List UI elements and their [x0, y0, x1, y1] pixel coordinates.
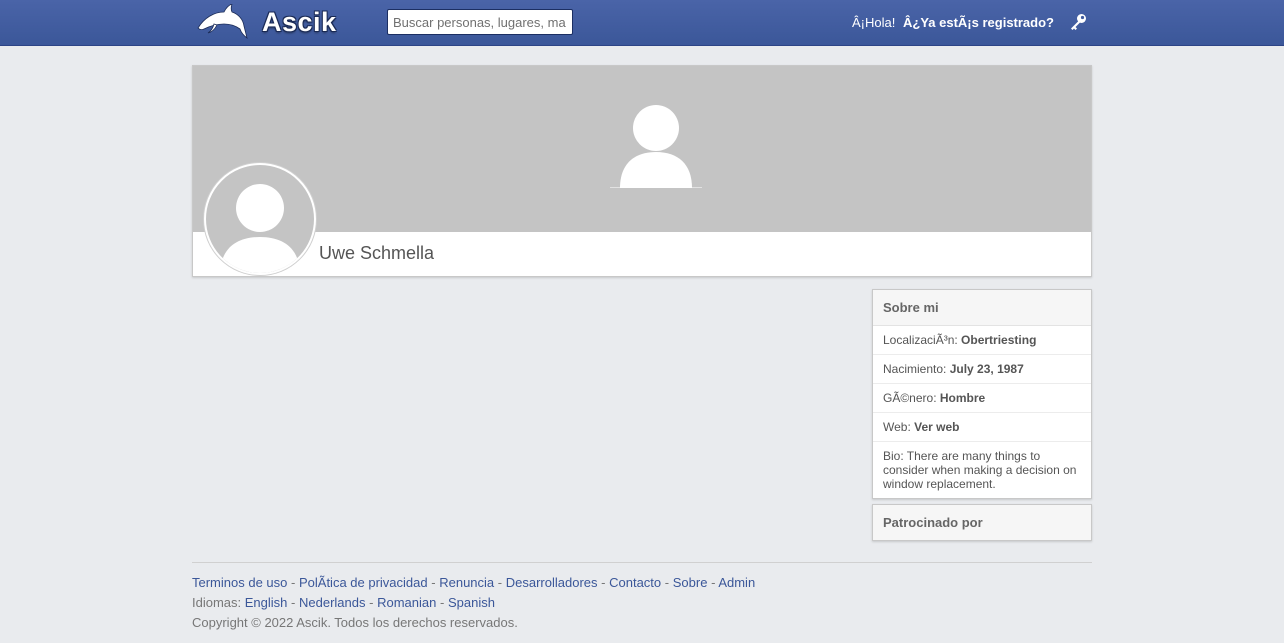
location-value: Obertriesting	[961, 333, 1037, 347]
avatar[interactable]	[204, 163, 316, 275]
footer-languages: Idiomas: English - Nederlands - Romanian…	[192, 593, 1092, 613]
top-bar: Ascik Â¡Hola! Â¿Ya estÃ¡s registrado?	[0, 0, 1284, 46]
language-dutch[interactable]: Nederlands	[299, 595, 366, 610]
register-link[interactable]: Â¿Ya estÃ¡s registrado?	[903, 15, 1054, 30]
separator: -	[431, 575, 436, 590]
footer-link-terms[interactable]: Terminos de uso	[192, 575, 287, 590]
separator: -	[439, 595, 445, 610]
language-romanian[interactable]: Romanian	[377, 595, 436, 610]
separator: -	[497, 575, 503, 590]
footer-link-admin[interactable]: Admin	[718, 575, 755, 590]
gender-label: GÃ©nero:	[883, 391, 937, 405]
default-avatar-user-icon	[220, 184, 300, 273]
footer-link-about[interactable]: Sobre	[673, 575, 708, 590]
web-label: Web:	[883, 420, 911, 434]
location-label: LocalizaciÃ³n:	[883, 333, 958, 347]
birth-value: July 23, 1987	[949, 362, 1024, 376]
logo-text: Ascik	[262, 6, 337, 37]
default-cover-user-icon	[610, 105, 702, 188]
separator: -	[601, 575, 606, 590]
footer: Terminos de uso - PolÃtica de privacidad…	[192, 562, 1092, 633]
dolphin-icon	[197, 4, 248, 39]
footer-link-developers[interactable]: Desarrolladores	[506, 575, 598, 590]
separator: -	[291, 595, 296, 610]
separator: -	[369, 595, 374, 610]
gender-value: Hombre	[939, 391, 986, 405]
footer-links: Terminos de uso - PolÃtica de privacidad…	[192, 573, 1092, 593]
footer-link-privacy[interactable]: PolÃtica de privacidad	[299, 575, 428, 590]
separator: -	[711, 575, 716, 590]
language-english[interactable]: English	[245, 595, 288, 610]
greeting-text: Â¡Hola!	[852, 15, 896, 30]
about-panel: Sobre mi LocalizaciÃ³n: Obertriesting Na…	[872, 289, 1092, 499]
languages-label: Idiomas:	[192, 595, 242, 610]
sponsor-panel: Patrocinado por	[872, 504, 1092, 541]
about-row-web: Web: Ver web	[873, 413, 1091, 442]
about-row-gender: GÃ©nero: Hombre	[873, 384, 1091, 413]
copyright: Copyright © 2022 Ascik. Todos los derech…	[192, 615, 518, 630]
about-row-birth: Nacimiento: July 23, 1987	[873, 355, 1091, 384]
logo[interactable]: Ascik	[196, 4, 337, 40]
profile-card: Uwe Schmella	[192, 65, 1092, 277]
footer-link-contact[interactable]: Contacto	[609, 575, 661, 590]
footer-link-disclaimer[interactable]: Renuncia	[439, 575, 494, 590]
greeting: Â¡Hola! Â¿Ya estÃ¡s registrado?	[852, 15, 1054, 30]
web-link[interactable]: Ver web	[914, 420, 959, 434]
sponsor-title: Patrocinado por	[873, 505, 1091, 540]
birth-label: Nacimiento:	[883, 362, 947, 376]
about-title: Sobre mi	[873, 290, 1091, 326]
key-icon[interactable]	[1068, 12, 1088, 32]
separator: -	[291, 575, 296, 590]
search-input[interactable]	[387, 9, 573, 35]
separator: -	[664, 575, 670, 590]
cover-photo	[193, 66, 1091, 232]
profile-name: Uwe Schmella	[319, 243, 435, 263]
about-bio: Bio: There are many things to consider w…	[883, 449, 1077, 491]
language-spanish[interactable]: Spanish	[448, 595, 495, 610]
about-row-location: LocalizaciÃ³n: Obertriesting	[873, 326, 1091, 355]
